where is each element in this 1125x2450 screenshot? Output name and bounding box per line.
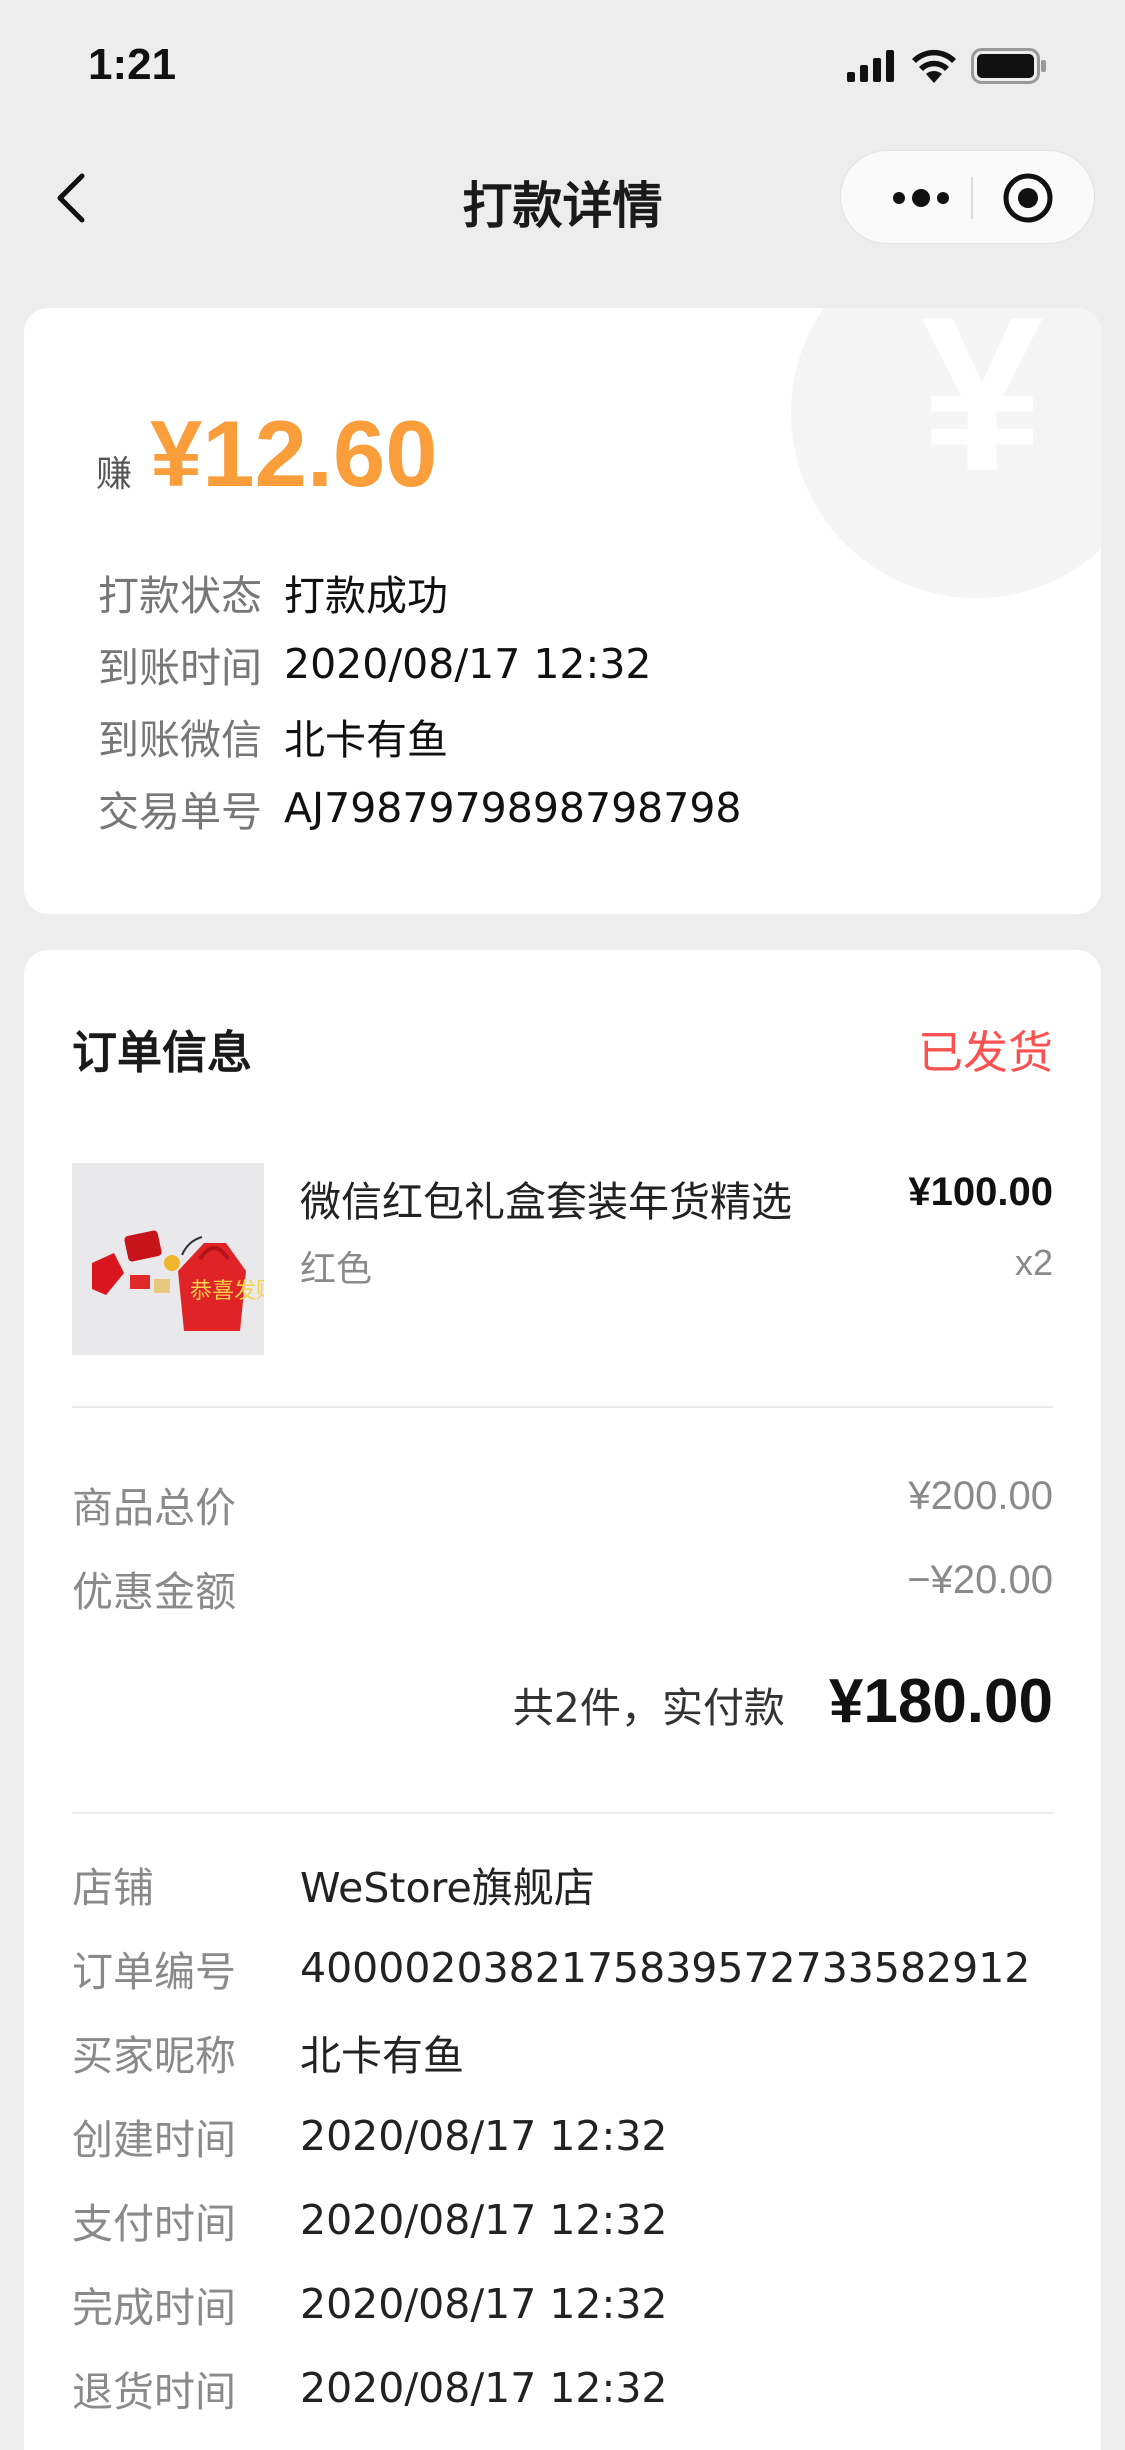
gift-bag-text: 恭喜发财: [190, 1279, 264, 1304]
earn-amount: 赚 ¥12.60: [96, 400, 438, 508]
product-thumbnail[interactable]: 恭喜发财: [72, 1163, 278, 1355]
goods-total-value: ¥200.00: [908, 1474, 1053, 1518]
payout-row-label: 交易单号: [98, 788, 262, 836]
payout-row-value: 北卡有鱼: [284, 716, 448, 764]
order-info-row: 买家昵称 北卡有鱼: [72, 2010, 1030, 2094]
wifi-icon: [912, 49, 956, 83]
order-info-label: 完成时间: [72, 2284, 236, 2332]
order-info-row: 创建时间 2020/08/17 12:32: [72, 2094, 1030, 2178]
status-icons: [847, 48, 1047, 84]
order-card: 订单信息 已发货 恭喜发财 微信红包礼盒套装年货精选 红色 ¥100.00 x2…: [24, 950, 1101, 2450]
order-info-label: 店铺: [72, 1864, 154, 1912]
navigation-bar: 打款详情: [0, 132, 1125, 264]
order-info-row: 支付时间 2020/08/17 12:32: [72, 2178, 1030, 2262]
payout-details: 打款状态 打款成功 到账时间 2020/08/17 12:32 到账微信 北卡有…: [98, 556, 742, 844]
target-icon[interactable]: [1001, 171, 1055, 225]
order-info-label: 支付时间: [72, 2200, 236, 2248]
mini-program-capsule: [840, 150, 1095, 244]
divider: [72, 1406, 1053, 1408]
payout-row-label: 到账时间: [98, 644, 262, 692]
payout-row-value: AJ7987979898798798: [284, 784, 742, 832]
status-time: 1:21: [88, 40, 177, 89]
order-info-value: 2020/08/17 12:32: [300, 2364, 668, 2412]
earn-label: 赚: [96, 454, 133, 495]
order-info-label: 订单编号: [72, 1948, 236, 1996]
payout-row: 打款状态 打款成功: [98, 556, 742, 628]
order-info-value[interactable]: 4000020382175839572733582912: [300, 1944, 1030, 1992]
goods-total-label: 商品总价: [72, 1484, 236, 1532]
payout-row-value: 打款成功: [284, 572, 448, 620]
payout-card: ¥ 赚 ¥12.60 打款状态 打款成功 到账时间 2020/08/17 12:…: [24, 308, 1101, 914]
goods-total-row: 商品总价 ¥200.00: [72, 1474, 1053, 1534]
order-info-row: 店铺 WeStore旗舰店: [72, 1842, 1030, 1926]
order-info-row: 完成时间 2020/08/17 12:32: [72, 2262, 1030, 2346]
payout-row: 交易单号 AJ7987979898798798: [98, 772, 742, 844]
paid-total-label: 共2件，实付款: [512, 1684, 785, 1732]
yen-watermark: ¥: [791, 308, 1101, 598]
order-info-label: 买家昵称: [72, 2032, 236, 2080]
battery-icon: [971, 48, 1046, 84]
gift-set-image: 恭喜发财: [72, 1163, 278, 1355]
more-dots-icon[interactable]: [879, 171, 963, 225]
status-bar: 1:21: [0, 0, 1125, 132]
discount-value: −¥20.00: [907, 1558, 1053, 1602]
order-info-row: 订单编号 4000020382175839572733582912: [72, 1926, 1030, 2010]
order-info-row: 退货时间 2020/08/17 12:32: [72, 2346, 1030, 2430]
payout-row: 到账微信 北卡有鱼: [98, 700, 742, 772]
order-status-badge: 已发货: [917, 1026, 1053, 1079]
order-info-value: 2020/08/17 12:32: [300, 2112, 668, 2160]
order-info-value: WeStore旗舰店: [300, 1864, 595, 1912]
order-info-label: 创建时间: [72, 2116, 236, 2164]
signal-icon: [847, 50, 894, 82]
order-info-list: 店铺 WeStore旗舰店 订单编号 400002038217583957273…: [72, 1842, 1030, 2430]
product-price: ¥100.00: [908, 1170, 1053, 1214]
order-info-label: 退货时间: [72, 2368, 236, 2416]
order-info-value: 2020/08/17 12:32: [300, 2280, 668, 2328]
divider: [72, 1812, 1053, 1814]
paid-total-value: ¥180.00: [828, 1667, 1053, 1736]
payout-row-label: 到账微信: [98, 716, 262, 764]
product-quantity: x2: [1014, 1242, 1053, 1283]
payout-row-label: 打款状态: [98, 572, 262, 620]
product-name[interactable]: 微信红包礼盒套装年货精选: [300, 1168, 792, 1228]
product-spec: 红色: [300, 1249, 373, 1290]
discount-label: 优惠金额: [72, 1568, 236, 1616]
capsule-divider: [971, 177, 973, 219]
yen-icon: ¥: [921, 308, 1044, 517]
earn-value: ¥12.60: [150, 401, 438, 506]
payout-row-value: 2020/08/17 12:32: [284, 640, 652, 688]
order-info-value: 北卡有鱼: [300, 2032, 464, 2080]
paid-total: 共2件，实付款 ¥180.00: [513, 1666, 1053, 1737]
order-heading: 订单信息: [72, 1026, 253, 1079]
discount-row: 优惠金额 −¥20.00: [72, 1558, 1053, 1618]
order-info-value: 2020/08/17 12:32: [300, 2196, 668, 2244]
payout-row: 到账时间 2020/08/17 12:32: [98, 628, 742, 700]
